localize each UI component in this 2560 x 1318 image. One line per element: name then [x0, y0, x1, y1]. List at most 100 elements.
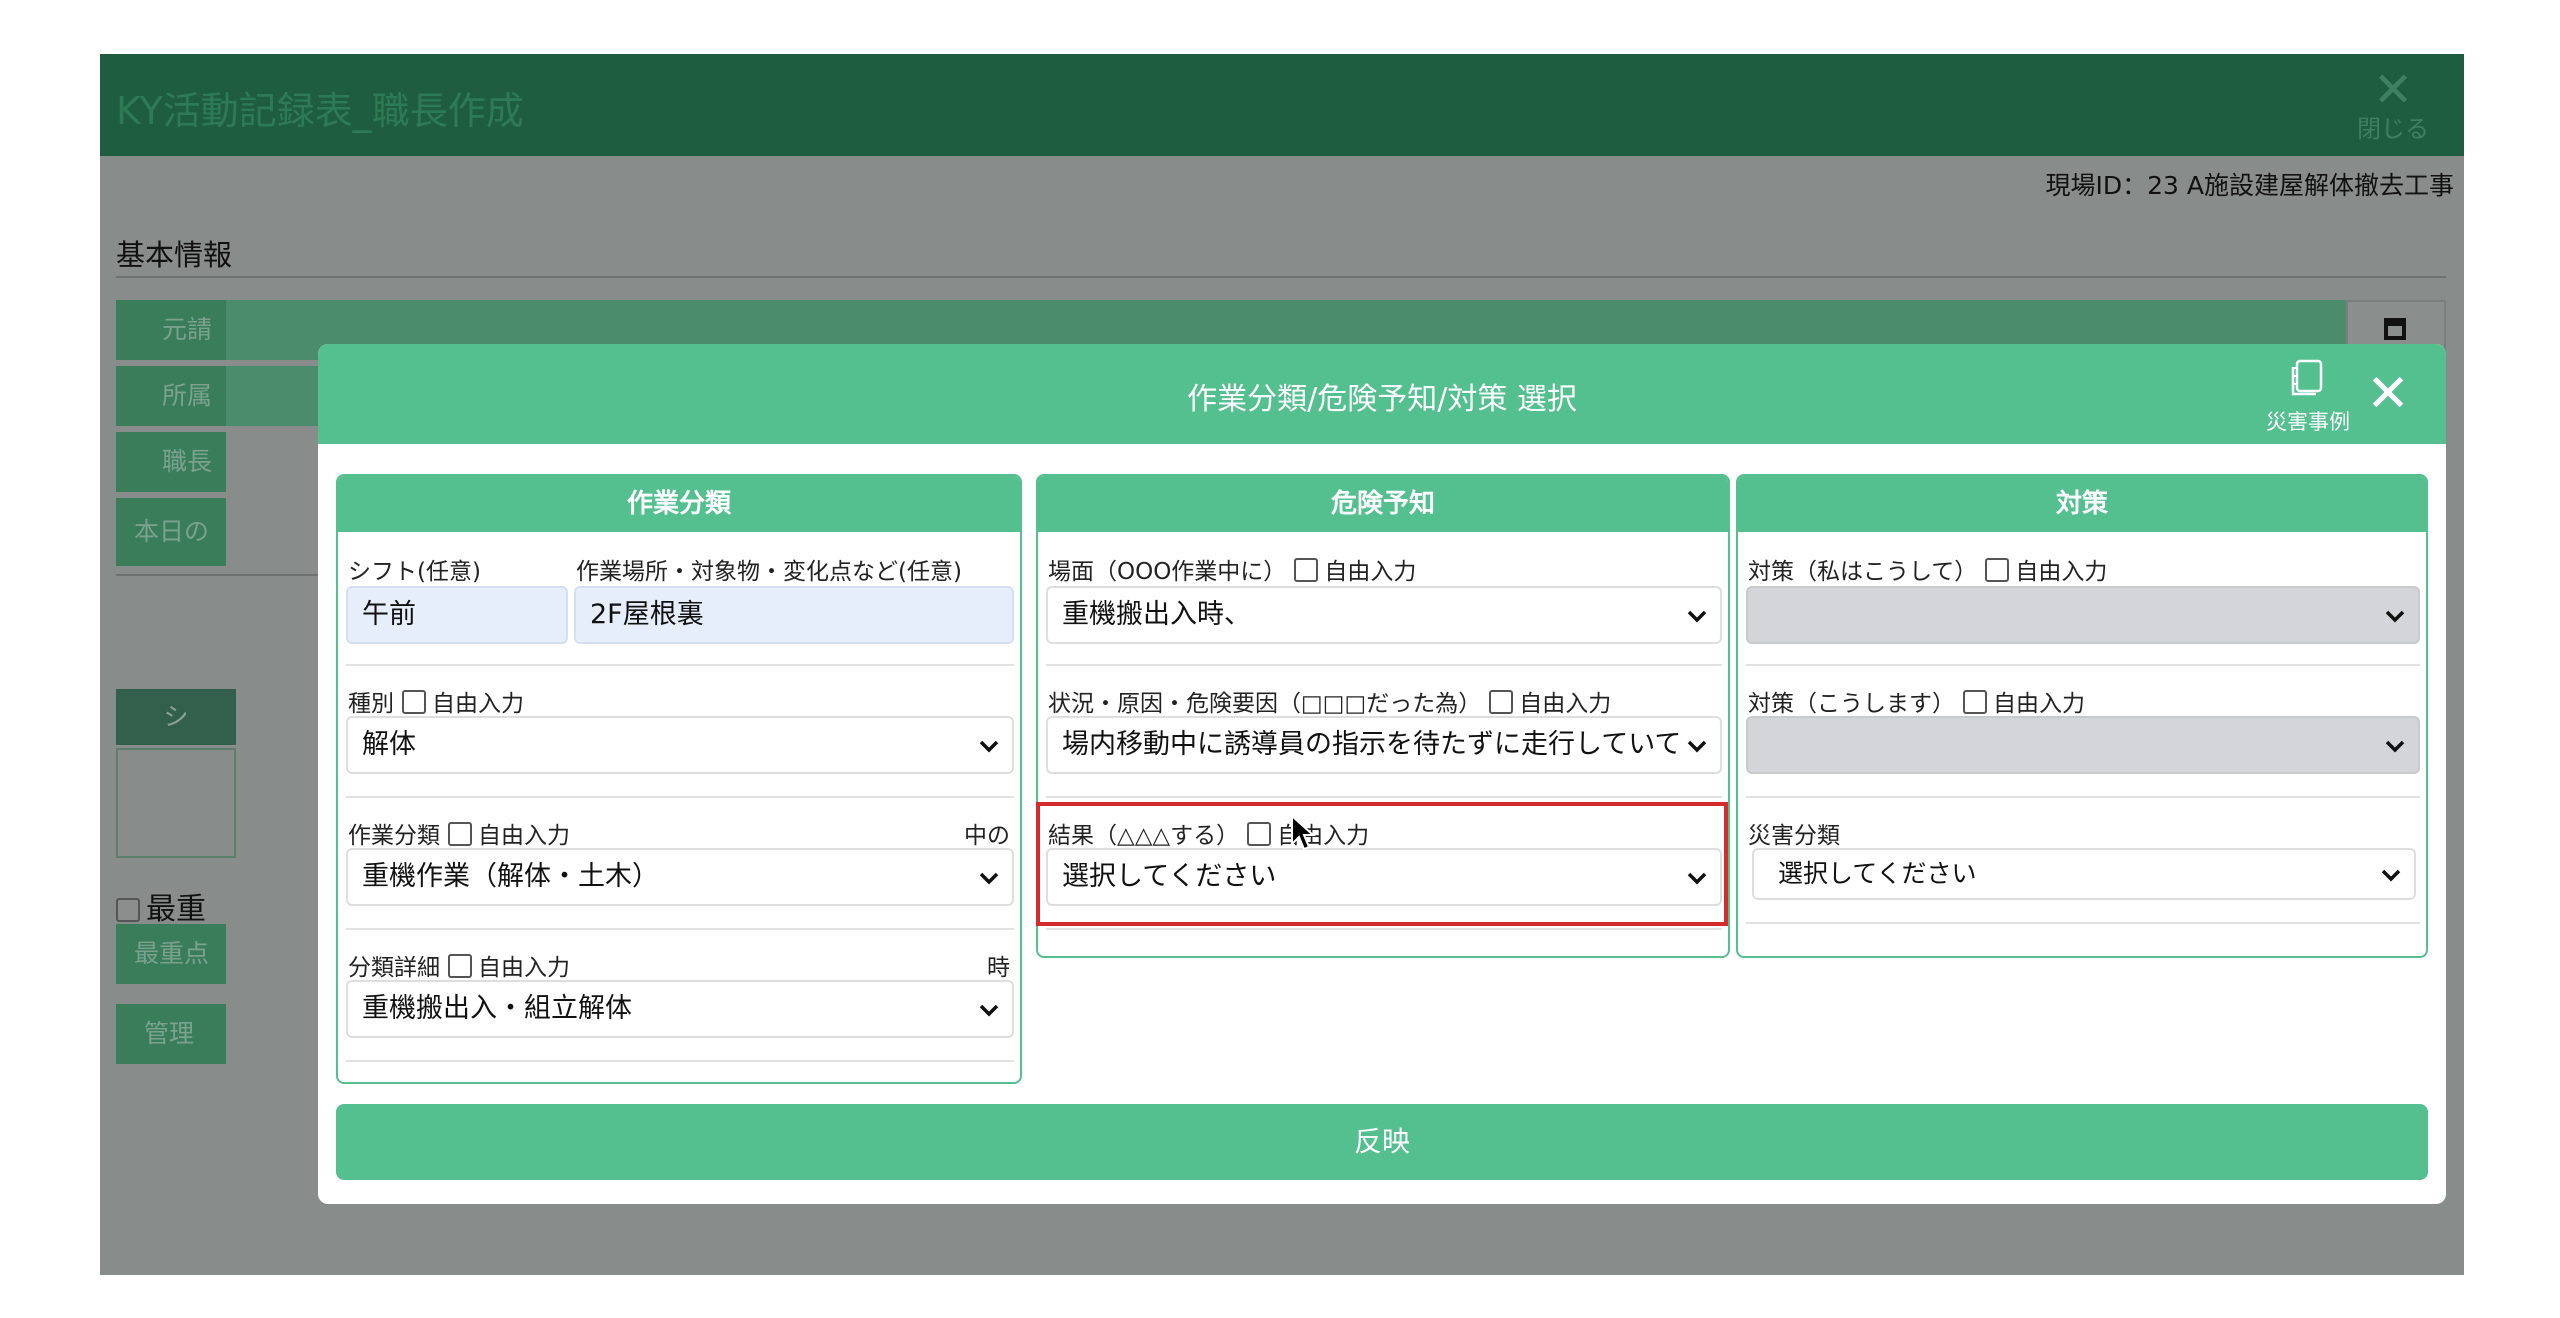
scene-label: 場面（OOO作業中に） — [1048, 559, 1287, 585]
class-label: 作業分類 — [348, 823, 440, 849]
chevron-down-icon — [1686, 588, 1708, 642]
free-input-label: 自由入力 — [2015, 559, 2108, 585]
bg-label-4: 本日の — [116, 498, 226, 566]
chevron-down-icon — [2384, 718, 2406, 772]
cause-select[interactable]: 場内移動中に誘導員の指示を待たずに走行していて — [1046, 716, 1722, 774]
app-header: KY活動記録表_職長作成 ✕ 閉じる — [100, 54, 2464, 156]
scene-label-row: 場面（OOO作業中に） 自由入力 — [1048, 552, 1416, 586]
bg-checkbox-label: 最重 — [146, 892, 206, 927]
bg-table-header-left: シ — [116, 689, 236, 745]
panel-work-header: 作業分類 — [338, 476, 1020, 532]
type-label: 種別 — [348, 691, 394, 717]
bg-label-bottom2: 管理 — [116, 1004, 226, 1064]
panel-risk-header: 危険予知 — [1038, 476, 1728, 532]
measure1-label: 対策（私はこうして） — [1748, 559, 1978, 585]
type-label-row: 種別 自由入力 — [348, 684, 524, 718]
scene-select[interactable]: 重機搬出入時、 — [1046, 586, 1722, 644]
free-input-label: 自由入力 — [478, 955, 570, 981]
panel-countermeasure: 対策 対策（私はこうして） 自由入力 対策（こうします） 自由入力 災害分類 選択し… — [1736, 474, 2428, 958]
shift-label: シフト(任意) — [348, 559, 481, 585]
measure2-label: 対策（こうします） — [1748, 691, 1955, 717]
divider — [1746, 922, 2420, 924]
bg-checkbox-row[interactable]: 最重 — [116, 884, 206, 928]
modal-close-button[interactable]: ✕ — [2358, 364, 2418, 424]
detail-label-row: 分類詳細 自由入力 — [348, 948, 570, 982]
cause-label: 状況・原因・危険要因（□□□だった為） — [1048, 691, 1482, 717]
detail-select-value: 重機搬出入・組立解体 — [362, 993, 632, 1024]
divider — [346, 796, 1014, 798]
free-input-label: 自由入力 — [1324, 559, 1417, 585]
free-input-label: 自由入力 — [1993, 691, 2085, 717]
app-window: KY活動記録表_職長作成 ✕ 閉じる 現場ID：23 A施設建屋解体撤去工事 基… — [100, 54, 2464, 1275]
panel-measure-header: 対策 — [1738, 476, 2426, 532]
class-select-value: 重機作業（解体・土木） — [362, 861, 659, 892]
measure1-label-row: 対策（私はこうして） 自由入力 — [1748, 552, 2107, 586]
bg-label-2: 所属 — [116, 366, 226, 426]
divider — [1046, 796, 1722, 798]
disaster-case-label: 災害事例 — [2266, 410, 2350, 434]
notebook-icon — [2291, 359, 2323, 396]
result-highlight-box — [1036, 802, 1728, 926]
chevron-down-icon — [1686, 718, 1708, 772]
measure2-label-row: 対策（こうします） 自由入力 — [1748, 684, 2085, 718]
free-input-label: 自由入力 — [432, 691, 524, 717]
detail-select[interactable]: 重機搬出入・組立解体 — [346, 980, 1014, 1038]
place-label: 作業場所・対象物・変化点など(任意) — [576, 559, 962, 585]
modal-title: 作業分類/危険予知/対策 選択 — [1187, 382, 1577, 417]
chevron-down-icon — [978, 850, 1000, 904]
measure1-free-checkbox[interactable] — [1985, 558, 2010, 582]
type-free-checkbox[interactable] — [402, 690, 426, 714]
close-app-label: 閉じる — [2357, 115, 2429, 143]
bg-table-cell-left — [116, 748, 236, 858]
divider — [1046, 664, 1722, 666]
calendar-icon — [2384, 318, 2406, 340]
cause-free-checkbox[interactable] — [1489, 690, 1514, 714]
panel-work-classification: 作業分類 シフト(任意) 作業場所・対象物・変化点など(任意) 午前 2F屋根裏… — [336, 474, 1022, 1084]
type-select[interactable]: 解体 — [346, 716, 1014, 774]
cause-select-value: 場内移動中に誘導員の指示を待たずに走行していて — [1062, 729, 1682, 760]
detail-free-checkbox[interactable] — [448, 954, 472, 978]
reflect-button[interactable]: 反映 — [336, 1104, 2428, 1180]
close-icon: ✕ — [2366, 364, 2410, 424]
close-app-button[interactable]: ✕ 閉じる — [2348, 64, 2438, 150]
measure1-select[interactable] — [1746, 586, 2420, 644]
class-select[interactable]: 重機作業（解体・土木） — [346, 848, 1014, 906]
divider — [1746, 664, 2420, 666]
disaster-label: 災害分類 — [1748, 823, 1840, 849]
divider — [1046, 928, 1722, 930]
scene-select-value: 重機搬出入時、 — [1062, 599, 1251, 630]
chevron-down-icon — [2380, 850, 2402, 898]
detail-right-note: 時 — [987, 955, 1010, 981]
chevron-down-icon — [2384, 588, 2406, 642]
section-divider — [116, 276, 2446, 278]
disaster-select-value: 選択してください — [1778, 859, 1977, 888]
place-input[interactable]: 2F屋根裏 — [574, 586, 1014, 644]
class-free-checkbox[interactable] — [448, 822, 472, 846]
chevron-down-icon — [978, 982, 1000, 1036]
class-right-note: 中の — [964, 823, 1010, 849]
cause-label-row: 状況・原因・危険要因（□□□だった為） 自由入力 — [1048, 684, 1611, 718]
measure2-free-checkbox[interactable] — [1963, 690, 1987, 714]
bg-checkbox[interactable] — [116, 898, 140, 922]
divider — [346, 1060, 1014, 1062]
divider — [1746, 796, 2420, 798]
type-select-value: 解体 — [362, 729, 416, 760]
free-input-label: 自由入力 — [1519, 691, 1612, 717]
shift-input[interactable]: 午前 — [346, 586, 568, 644]
app-title: KY活動記録表_職長作成 — [116, 89, 524, 133]
site-id: 現場ID：23 A施設建屋解体撤去工事 — [2045, 171, 2455, 200]
disaster-select[interactable]: 選択してください — [1752, 848, 2416, 900]
divider — [346, 928, 1014, 930]
class-label-row: 作業分類 自由入力 — [348, 816, 570, 850]
detail-label: 分類詳細 — [348, 955, 440, 981]
divider — [346, 664, 1014, 666]
free-input-label: 自由入力 — [478, 823, 570, 849]
bg-label-3: 職長 — [116, 432, 226, 492]
measure2-select[interactable] — [1746, 716, 2420, 774]
bg-label-1: 元請 — [116, 300, 226, 360]
scene-free-checkbox[interactable] — [1294, 558, 1319, 582]
disaster-case-button[interactable]: 災害事例 — [2258, 358, 2358, 434]
bg-label-bottom1: 最重点 — [116, 924, 226, 984]
section-title: 基本情報 — [116, 238, 233, 272]
modal-header: 作業分類/危険予知/対策 選択 災害事例 ✕ — [318, 344, 2446, 444]
